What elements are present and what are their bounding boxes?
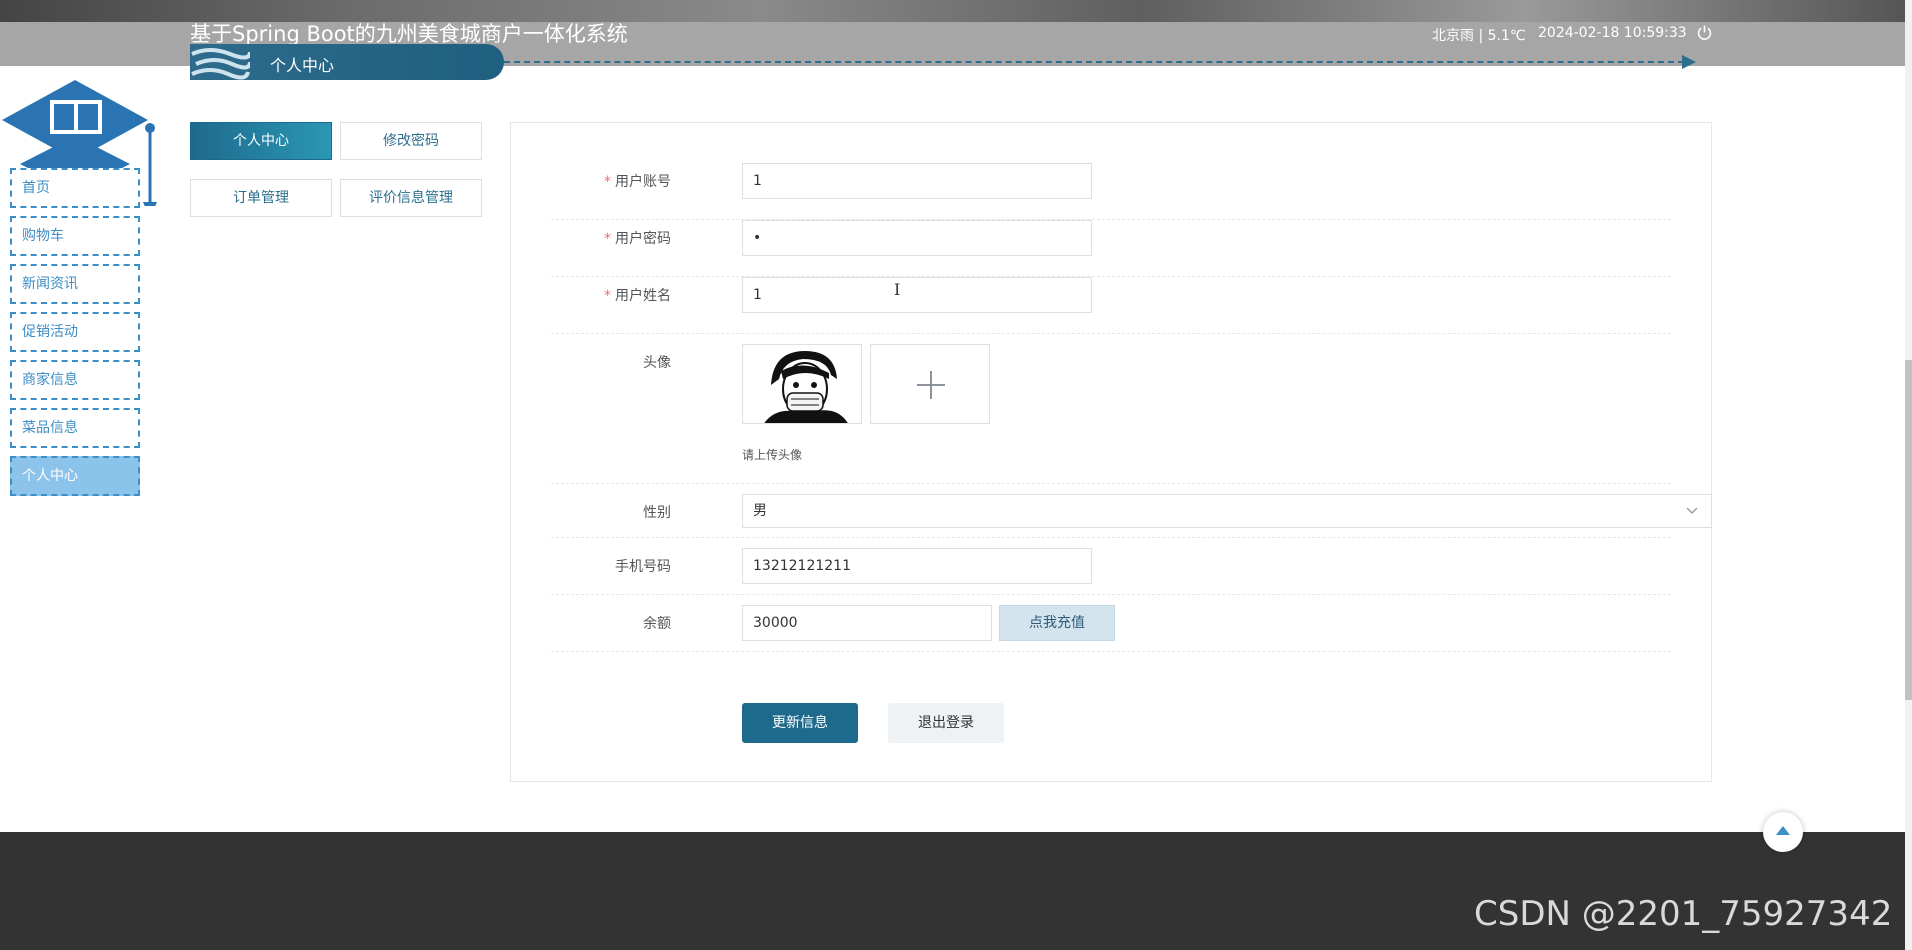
- balance-label: 余额: [643, 616, 671, 632]
- name-row: * 用户姓名 1: [551, 277, 1671, 334]
- name-input[interactable]: 1: [742, 277, 1092, 313]
- avatar-portrait-icon: [743, 345, 861, 423]
- back-to-top-button[interactable]: [1763, 812, 1803, 852]
- sidebar-item-news[interactable]: 新闻资讯: [10, 264, 140, 304]
- sidebar-item-merchants[interactable]: 商家信息: [10, 360, 140, 400]
- update-info-button[interactable]: 更新信息: [742, 703, 858, 743]
- account-label: * 用户账号: [604, 174, 671, 190]
- datetime: 2024-02-18 10:59:33: [1538, 25, 1687, 41]
- sidebar-item-profile[interactable]: 个人中心: [10, 456, 140, 496]
- page-scrollbar[interactable]: [1905, 0, 1912, 950]
- tab-change-password[interactable]: 修改密码: [340, 122, 482, 160]
- avatar-row: 头像 请上传头像: [551, 334, 1671, 484]
- balance-row: 余额 30000 点我充值: [551, 595, 1671, 652]
- arrow-up-icon: [1776, 826, 1790, 835]
- power-icon[interactable]: [1696, 24, 1713, 41]
- account-input[interactable]: 1: [742, 163, 1092, 199]
- weather-info: 北京雨 | 5.1℃: [1432, 28, 1526, 44]
- breadcrumb-dashed-line: [504, 61, 1684, 63]
- sidebar-nav: 首页 购物车 新闻资讯 促销活动 商家信息 菜品信息 个人中心: [10, 168, 140, 504]
- recharge-button[interactable]: 点我充值: [999, 605, 1115, 641]
- tab-orders[interactable]: 订单管理: [190, 179, 332, 217]
- account-row: * 用户账号 1: [551, 163, 1671, 220]
- avatar[interactable]: [742, 344, 862, 424]
- sidebar-item-promotions[interactable]: 促销活动: [10, 312, 140, 352]
- phone-input[interactable]: 13212121211: [742, 548, 1092, 584]
- tab-profile[interactable]: 个人中心: [190, 122, 332, 160]
- avatar-hint: 请上传头像: [742, 448, 803, 462]
- watermark: CSDN @2201_75927342: [1474, 894, 1893, 934]
- scrollbar-thumb[interactable]: [1905, 360, 1912, 700]
- sidebar-item-home[interactable]: 首页: [10, 168, 140, 208]
- logout-button[interactable]: 退出登录: [888, 703, 1004, 743]
- sidebar-item-dishes[interactable]: 菜品信息: [10, 408, 140, 448]
- avatar-upload-button[interactable]: [870, 344, 990, 424]
- gender-row: 性别 男: [551, 484, 1712, 538]
- gender-select[interactable]: 男: [742, 494, 1712, 528]
- arrow-right-icon: [1682, 55, 1696, 69]
- balance-input[interactable]: 30000: [742, 605, 992, 641]
- password-input[interactable]: •: [742, 220, 1092, 256]
- password-row: * 用户密码 •: [551, 220, 1671, 277]
- name-label: * 用户姓名: [604, 288, 671, 304]
- breadcrumb: 个人中心: [270, 56, 335, 75]
- chevron-down-icon: [1686, 507, 1698, 514]
- plus-icon: [917, 371, 945, 399]
- profile-form-panel: * 用户账号 1 * 用户密码 • * 用户姓名 1 头像 请上传头像 性别 男…: [510, 122, 1712, 782]
- phone-label: 手机号码: [615, 559, 671, 575]
- phone-row: 手机号码 13212121211: [551, 538, 1671, 595]
- tab-reviews[interactable]: 评价信息管理: [340, 179, 482, 217]
- wave-decoration-icon: [191, 48, 250, 80]
- avatar-label: 头像: [643, 355, 671, 371]
- sidebar-item-cart[interactable]: 购物车: [10, 216, 140, 256]
- gender-selected-value: 男: [753, 503, 767, 519]
- text-cursor-icon: I: [894, 280, 901, 299]
- gender-label: 性别: [643, 505, 671, 521]
- password-label: * 用户密码: [604, 231, 671, 247]
- breadcrumb-banner: 个人中心: [190, 44, 504, 80]
